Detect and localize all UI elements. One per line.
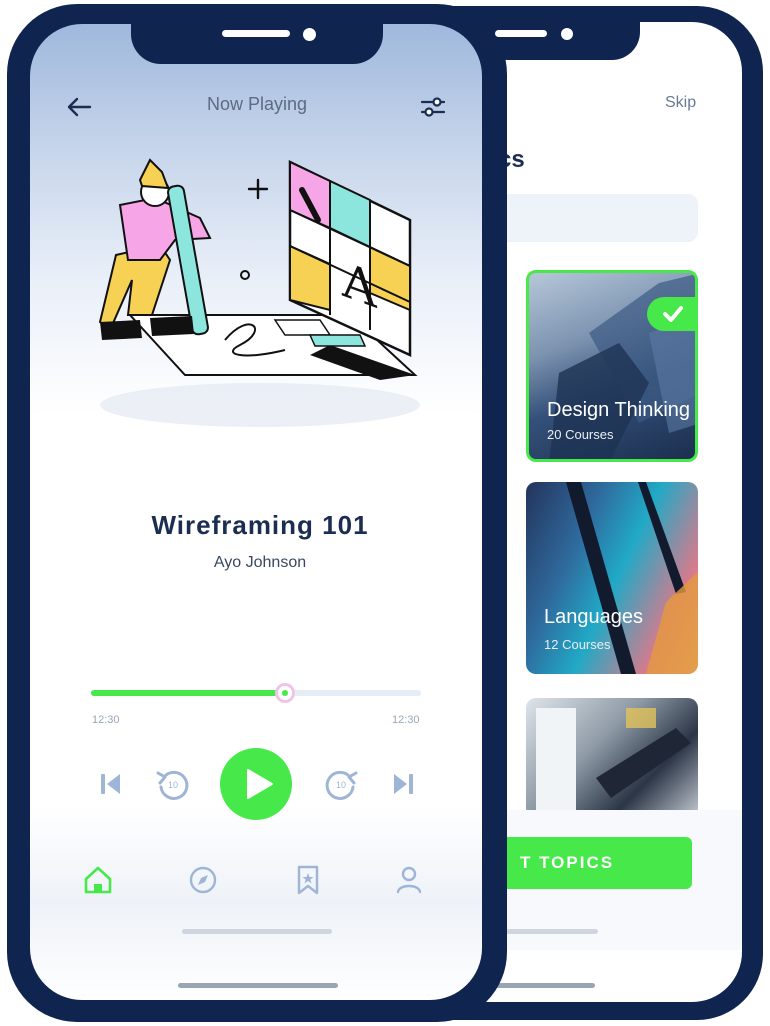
back-home-indicator (498, 929, 598, 934)
rewind-10-icon: 10 (156, 770, 189, 800)
forward-10-icon: 10 (325, 770, 358, 800)
skip-previous-icon[interactable] (98, 770, 124, 798)
topic-card-design-thinking[interactable]: Design Thinking 20 Courses (526, 270, 698, 462)
cover-illustration: A (98, 158, 420, 427)
skip-link[interactable]: Skip (665, 94, 696, 112)
track-artist: Ayo Johnson (213, 554, 307, 571)
back-phone-speaker (495, 30, 547, 37)
play-button[interactable] (220, 748, 292, 820)
rewind-10-button[interactable]: 10 (154, 765, 192, 803)
progress-fill (91, 690, 283, 696)
card-subtitle: 20 Courses (547, 427, 614, 442)
back-phone-bottom-bar (495, 983, 595, 988)
selected-check-badge (647, 297, 695, 331)
topic-card-languages[interactable]: Languages 12 Courses (526, 482, 698, 674)
skip-next-icon[interactable] (390, 770, 416, 798)
rewind-seconds-label: 10 (168, 780, 178, 790)
cta-label: T TOPICS (520, 853, 615, 872)
topic-card-science[interactable] (526, 698, 698, 818)
user-icon[interactable] (391, 862, 427, 898)
page-title: Now Playing (206, 94, 308, 114)
forward-10-button[interactable]: 10 (322, 765, 360, 803)
card-title: Languages (544, 606, 643, 628)
equalizer-settings-icon[interactable] (418, 94, 448, 120)
back-arrow-icon[interactable] (64, 94, 94, 120)
home-icon[interactable] (80, 862, 116, 898)
bookmark-icon[interactable] (290, 862, 326, 898)
checkmark-icon (663, 306, 683, 322)
back-phone-camera (561, 28, 573, 40)
front-phone-camera (303, 28, 316, 41)
forward-seconds-label: 10 (336, 780, 346, 790)
elapsed-time: 12:30 (92, 714, 120, 726)
front-phone-bottom-bar (178, 983, 338, 988)
card-photo-microscope (536, 708, 691, 818)
play-icon (247, 769, 273, 799)
total-time: 12:30 (392, 714, 420, 726)
progress-slider[interactable] (91, 683, 421, 703)
card-title: Design Thinking (547, 399, 691, 421)
compass-icon[interactable] (185, 862, 221, 898)
front-phone-speaker (222, 30, 290, 37)
front-home-indicator (182, 929, 332, 934)
card-subtitle: 12 Courses (544, 637, 611, 652)
track-title: Wireframing 101 (151, 510, 369, 540)
